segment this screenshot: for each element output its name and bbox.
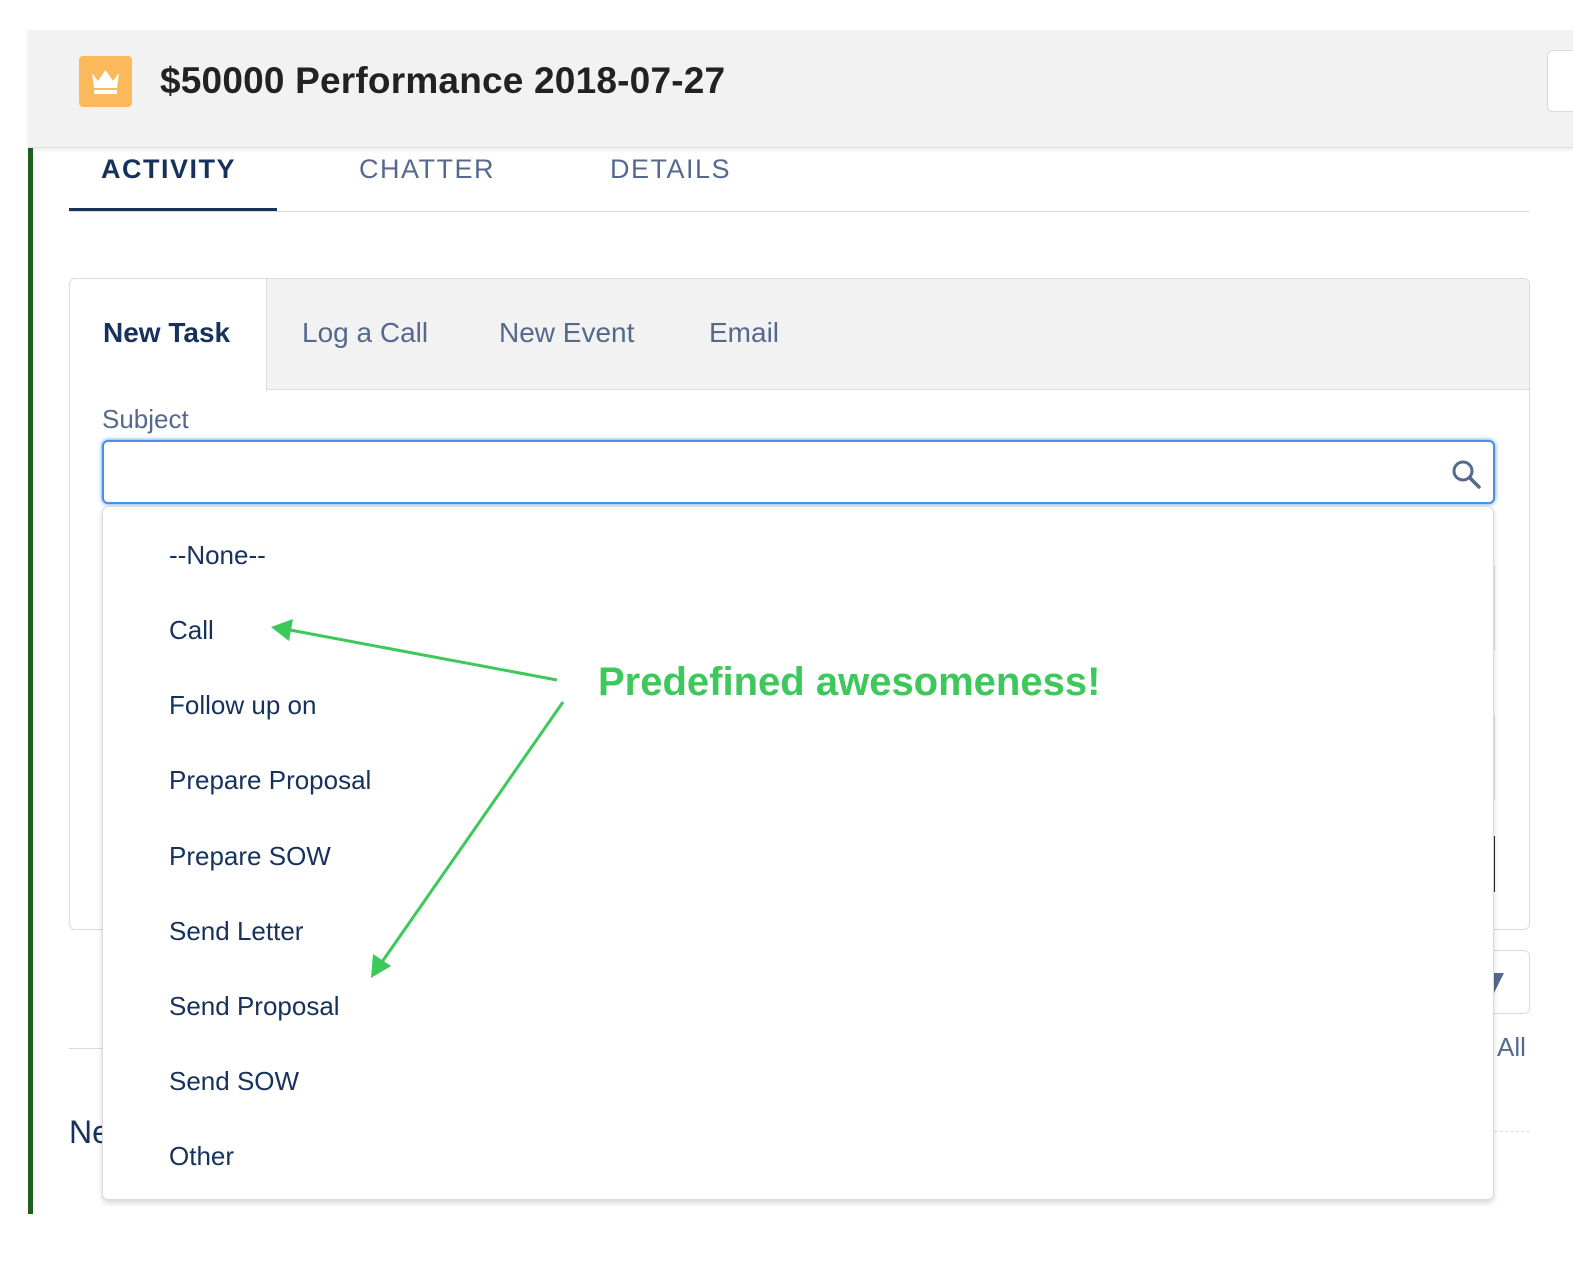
option-call[interactable]: Call	[169, 615, 214, 646]
option-follow-up-on[interactable]: Follow up on	[169, 690, 316, 721]
active-tab-indicator	[69, 208, 277, 211]
search-icon[interactable]	[1450, 458, 1482, 495]
subject-dropdown: --None-- Call Follow up on Prepare Propo…	[102, 506, 1494, 1200]
option-send-letter[interactable]: Send Letter	[169, 916, 303, 947]
option-prepare-sow[interactable]: Prepare SOW	[169, 841, 331, 872]
composer-tabs: New Task Log a Call New Event Email	[70, 279, 1529, 391]
annotation-label: Predefined awesomeness!	[598, 660, 1101, 704]
tab-chatter[interactable]: CHATTER	[359, 154, 495, 185]
main-tabs: ACTIVITY CHATTER DETAILS	[69, 148, 1530, 212]
page-title: $50000 Performance 2018-07-27	[160, 60, 726, 101]
crown-icon	[79, 56, 132, 107]
subject-input[interactable]	[102, 440, 1495, 504]
header-action-button[interactable]	[1547, 50, 1573, 112]
option-none[interactable]: --None--	[169, 540, 266, 571]
record-header: $50000 Performance 2018-07-27	[28, 30, 1573, 148]
subject-label: Subject	[102, 404, 189, 434]
option-send-sow[interactable]: Send SOW	[169, 1066, 299, 1097]
tab-new-event[interactable]: New Event	[499, 317, 634, 349]
option-prepare-proposal[interactable]: Prepare Proposal	[169, 765, 371, 796]
option-other[interactable]: Other	[169, 1141, 234, 1172]
view-all-link[interactable]: All	[1497, 1032, 1526, 1063]
option-send-proposal[interactable]: Send Proposal	[169, 991, 340, 1022]
divider	[1495, 1131, 1530, 1132]
highlight-bar	[28, 148, 33, 1214]
tab-new-task[interactable]: New Task	[103, 317, 230, 349]
tab-log-a-call[interactable]: Log a Call	[302, 317, 428, 349]
tab-email[interactable]: Email	[709, 317, 779, 349]
tab-activity[interactable]: ACTIVITY	[101, 154, 236, 185]
tab-details[interactable]: DETAILS	[610, 154, 731, 185]
